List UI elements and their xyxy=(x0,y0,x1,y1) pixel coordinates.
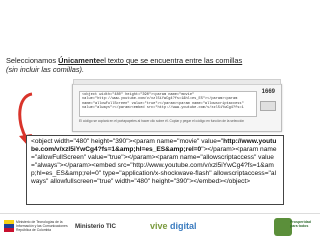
views-count: 1669 xyxy=(261,89,275,95)
selected-code-box[interactable]: <object width="480" height="390"><param … xyxy=(26,135,284,205)
embed-code-screenshot: <object width="480" height="390"><param … xyxy=(72,79,282,132)
code-prefix: <object width="480" height="390"><param … xyxy=(31,138,224,145)
ministerio-full-name: Ministerio de Tecnologías de la Informac… xyxy=(16,220,68,232)
footer-logos: Ministerio de Tecnologías de la Informac… xyxy=(0,213,320,241)
vive-digital-logo: vive digital xyxy=(150,221,197,231)
instruction-emphasis: Únicamente xyxy=(58,56,101,65)
instruction-text: Seleccionamos Únicamenteel texto que se … xyxy=(6,56,314,74)
instruction-lead: Seleccionamos xyxy=(6,56,59,65)
digital-text: digital xyxy=(170,221,197,231)
instruction-note: (sin incluir las comillas). xyxy=(6,65,85,74)
ministerio-tic-label: Ministerio TIC xyxy=(75,223,116,230)
prosperidad-label: Prosperidad para todos xyxy=(290,220,311,229)
size-select[interactable] xyxy=(260,101,276,111)
screenshot-toolbar xyxy=(73,79,281,85)
vive-text: vive xyxy=(150,221,171,231)
instruction-rest: el texto que se encuentra entre las comi… xyxy=(100,56,243,65)
embed-help-text: El código se copiará en el portapapeles … xyxy=(79,119,245,123)
embed-code-field[interactable]: <object width="480" height="390"><param … xyxy=(79,91,257,117)
colombia-flag-icon xyxy=(4,220,14,232)
